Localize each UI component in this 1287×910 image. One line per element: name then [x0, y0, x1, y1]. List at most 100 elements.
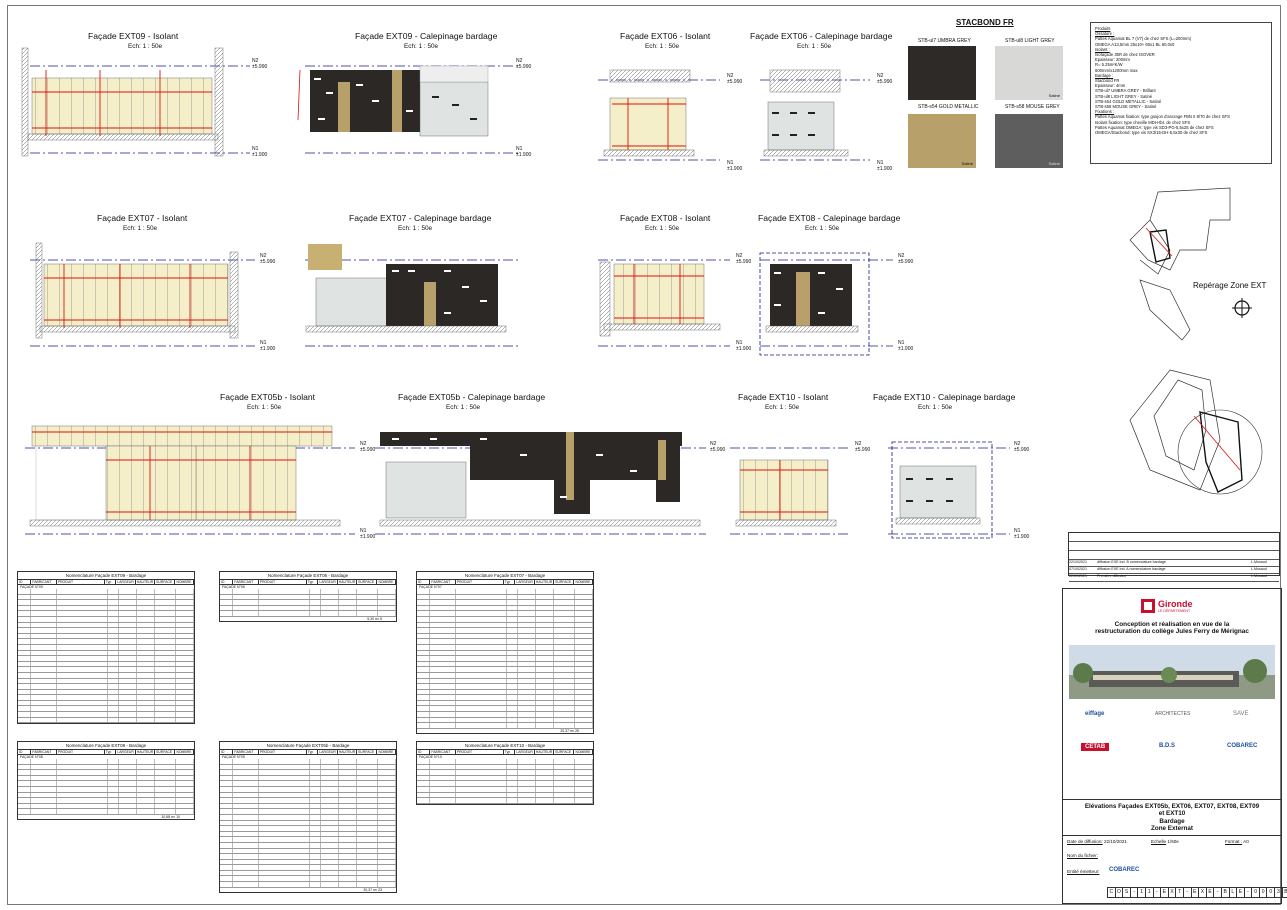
- table-header-cell: LARGEUR: [319, 750, 338, 754]
- title-ext07-isolant: Façade EXT07 - Isolant: [97, 213, 188, 223]
- level-n1-label: N1 ±1.900: [360, 528, 376, 540]
- swatch-label: STB-ul7 UMBRA GREY: [918, 38, 971, 44]
- swatch-mouse-grey: Satiné: [995, 114, 1063, 168]
- table-header-cell: SURFACE: [357, 580, 378, 584]
- scale-ext05b-calepinage: Ech: 1 : 50e: [446, 404, 481, 411]
- title-ext08-isolant: Façade EXT08 - Isolant: [620, 213, 711, 223]
- level-n2-label: N2 ±5.990: [516, 58, 532, 70]
- client-sub: LE DÉPARTEMENT: [1158, 609, 1191, 613]
- revision-block: 22/10/2021 diffusion EXE Ind. B nomenclat…: [1068, 532, 1280, 582]
- scale-ext07-calepinage: Ech: 1 : 50e: [398, 225, 433, 232]
- swatch-label: STB-s58 MOUSE GREY: [1005, 104, 1060, 110]
- table-header-cell: FABRICANT: [31, 580, 57, 584]
- ext09-calepinage: [297, 65, 489, 137]
- ext08-isolant: [599, 261, 721, 337]
- level-n2-label: N2 ±5.990: [360, 441, 376, 453]
- table-title: Nomenclature Façade EXT09 - Bardage: [18, 572, 194, 580]
- reperage-target-icon: [1232, 298, 1252, 318]
- format-field: Format : A0: [1225, 839, 1249, 844]
- ext06-calepinage: [763, 69, 849, 157]
- sheet-title: Elévations Façades EXT05b, EXT06, EXT07,…: [1084, 803, 1260, 833]
- table-header-cell: FABRICANT: [31, 750, 57, 754]
- table-row: [18, 717, 194, 724]
- table-header-cell: SURFACE: [155, 750, 176, 754]
- table-header-cell: HAUTEUR: [535, 750, 555, 754]
- partner-logo: SAVE: [1233, 711, 1249, 717]
- table-total: 10,68 m² 10: [161, 814, 180, 819]
- title-ext09-calepinage: Façade EXT09 - Calepinage bardage: [355, 31, 498, 41]
- nomenclature-table: Nomenclature Façade EXT08 - Bardage ID FAB…: [17, 741, 195, 820]
- nomenclature-table: Nomenclature Façade EXT05b - Bardage ID FA…: [219, 741, 397, 893]
- level-n2-label: N2 ±5.990: [727, 73, 743, 85]
- swatch-finish: Satiné: [1048, 161, 1060, 166]
- level-n2-label: N2 ±5.990: [855, 441, 871, 453]
- table-header-cell: ID: [18, 750, 32, 754]
- title-ext05b-isolant: Façade EXT05b - Isolant: [220, 392, 316, 402]
- title-ext10-isolant: Façade EXT10 - Isolant: [738, 392, 829, 402]
- level-n1-label: N1 ±1.900: [736, 340, 752, 352]
- table-header-cell: HAUTEUR: [338, 750, 358, 754]
- level-n1-label: N1 ±1.900: [727, 160, 743, 172]
- partner-logo: COBAREC: [1227, 743, 1258, 749]
- revision-row: 07/10/2021 diffusion EXE Ind. A nomenclat…: [1069, 567, 1279, 575]
- document-code: COS-11-EXT-EXE-BLE-0003B: [1107, 887, 1287, 898]
- table-header-cell: Typ: [504, 750, 516, 754]
- table-header-cell: HAUTEUR: [136, 750, 156, 754]
- table-title: Nomenclature Façade EXT10 - Bardage: [417, 742, 593, 750]
- notes-line: OMEGA/Stacbond: type vis SX3/15-DH-5,5x3…: [1095, 130, 1208, 136]
- swatch-label: STB-ul8 LIGHT GREY: [1005, 38, 1055, 44]
- table-header-cell: Typ: [105, 750, 117, 754]
- level-n2-label: N2 ±5.990: [710, 441, 726, 453]
- level-n1-label: N1 ±1.900: [260, 340, 276, 352]
- title-ext06-calepinage: Façade EXT06 - Calepinage bardage: [750, 31, 893, 41]
- swatch-finish: Satiné: [1048, 93, 1060, 98]
- file-field: Nom du fichier:: [1067, 853, 1098, 858]
- table-header-cell: SURFACE: [357, 750, 378, 754]
- partner-logo: B.D.S: [1159, 743, 1176, 749]
- table-header-cell: SURFACE: [554, 750, 575, 754]
- table-total: 5,30 m² 5: [367, 616, 382, 621]
- table-header-cell: LARGEUR: [117, 580, 136, 584]
- table-title: Nomenclature Façade EXT07 - Bardage: [417, 572, 593, 580]
- table-header-cell: PRODUIT: [57, 750, 105, 754]
- table-header-cell: LARGEUR: [319, 580, 338, 584]
- title-ext06-isolant: Façade EXT06 - Isolant: [620, 31, 711, 41]
- table-header-cell: SURFACE: [554, 580, 575, 584]
- scale-ext08-isolant: Ech: 1 : 50e: [645, 225, 680, 232]
- table-header-cell: LARGEUR: [117, 750, 136, 754]
- swatch-gold-metallic: Satiné: [908, 114, 976, 168]
- table-header-cell: ID: [18, 580, 32, 584]
- level-n1-label: N1 ±1.900: [898, 340, 914, 352]
- swatch-light-grey: Satiné: [995, 46, 1063, 100]
- scale-ext06-calepinage: Ech: 1 : 50e: [797, 43, 832, 50]
- table-header-cell: Typ: [307, 750, 319, 754]
- emitter-label: Entité émetteur:: [1067, 869, 1100, 874]
- nomenclature-table: Nomenclature Façade EXT07 - Bardage ID FAB…: [416, 571, 594, 734]
- table-total: 20,37 m² 23: [363, 887, 382, 892]
- table-total: 20,37 m² 26: [560, 728, 579, 733]
- table-header-cell: FABRICANT: [430, 580, 456, 584]
- table-header-cell: HAUTEUR: [535, 580, 555, 584]
- scale-ext08-calepinage: Ech: 1 : 50e: [805, 225, 840, 232]
- reperage-label: Repérage Zone EXT: [1193, 281, 1267, 290]
- level-n2-label: N2 ±5.990: [252, 58, 268, 70]
- nomenclature-table: Nomenclature Façade EXT10 - Bardage ID FAB…: [416, 741, 594, 805]
- ext09-isolant: [21, 47, 224, 157]
- table-header-cell: Typ: [105, 580, 117, 584]
- scale-ext10-calepinage: Ech: 1 : 50e: [918, 404, 953, 411]
- table-header-cell: NOMBRE: [377, 750, 396, 754]
- swatch-label: STB-s54 GOLD METALLIC: [918, 104, 979, 110]
- ext06-isolant: [603, 69, 695, 157]
- table-title: Nomenclature Façade EXT08 - Bardage: [18, 742, 194, 750]
- scale-field: Echelle 1/50e: [1151, 839, 1179, 844]
- table-header-cell: NOMBRE: [574, 750, 593, 754]
- scale-ext05b-isolant: Ech: 1 : 50e: [247, 404, 282, 411]
- scale-ext09-isolant: Ech: 1 : 50e: [128, 43, 163, 50]
- table-header-cell: LARGEUR: [516, 580, 535, 584]
- nomenclature-table: Nomenclature Façade EXT06 - Bardage ID FAB…: [219, 571, 397, 622]
- partners: eiffage ARCHITECTES SAVE CETAB B.D.S COB…: [1069, 705, 1275, 775]
- title-ext09-isolant: Façade EXT09 - Isolant: [88, 31, 179, 41]
- table-title: Nomenclature Façade EXT05b - Bardage: [220, 742, 396, 750]
- level-n2-label: N2 ±5.990: [260, 253, 276, 265]
- table-header-cell: FABRICANT: [233, 580, 259, 584]
